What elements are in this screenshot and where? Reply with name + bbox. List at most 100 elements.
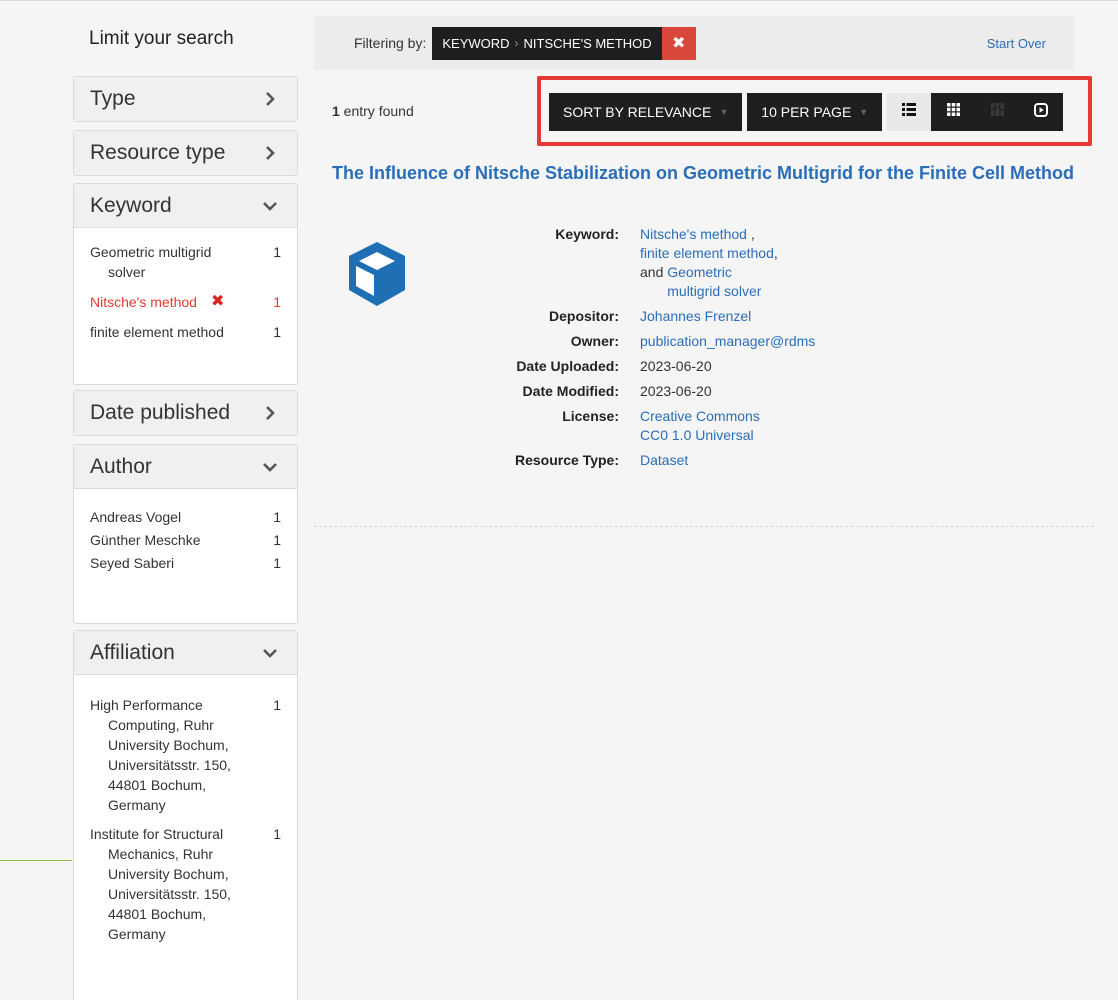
- list-item[interactable]: Seyed Saberi 1: [90, 553, 281, 573]
- resource-type-link[interactable]: Dataset: [640, 452, 688, 468]
- license-link[interactable]: Creative Commons: [640, 408, 760, 424]
- sidebar-title: Limit your search: [89, 28, 234, 49]
- depositor-link[interactable]: Johannes Frenzel: [640, 308, 751, 324]
- list-item[interactable]: Günther Meschke 1: [90, 530, 281, 550]
- facet-affiliation-list: High Performance Computing, Ruhr Univers…: [74, 675, 297, 966]
- facet-label: Type: [90, 87, 136, 110]
- filter-field: Keyword: [442, 35, 510, 51]
- facet-label: Date published: [90, 401, 231, 424]
- list-item[interactable]: Geometric multigrid solver 1: [90, 242, 281, 282]
- result-count-number: 1: [332, 103, 340, 119]
- facet-keyword-list: Geometric multigrid solver 1 Nitsche's m…: [74, 228, 297, 364]
- facet-label: Author: [90, 454, 152, 478]
- caret-down-icon: ▼: [859, 107, 869, 117]
- facet-keyword: Keyword Geometric multigrid solver 1 Nit…: [73, 183, 298, 385]
- license-link[interactable]: CC0 1.0 Universal: [640, 427, 754, 443]
- owner-link[interactable]: publication_manager@rdms: [640, 333, 815, 349]
- metadata-row-uploaded: Date Uploaded: 2023-06-20: [470, 357, 900, 376]
- facet-item-count: 1: [273, 555, 281, 571]
- facet-item-label: Günther Meschke: [90, 532, 201, 548]
- metadata-label: Resource Type:: [515, 452, 619, 468]
- facet-label: Resource type: [90, 141, 226, 164]
- list-view-button[interactable]: [887, 93, 932, 131]
- metadata-label: Date Uploaded:: [516, 358, 619, 374]
- result-count-text: entry found: [339, 103, 414, 119]
- facet-item-count: 1: [273, 532, 281, 548]
- filter-bar: Filtering by: Keyword › Nitsche's method…: [314, 16, 1074, 70]
- facet-author-toggle[interactable]: Author: [74, 445, 297, 489]
- facet-item-label: Geometric multigrid solver: [90, 244, 212, 280]
- list-item[interactable]: finite element method 1: [90, 322, 281, 342]
- facet-item-count: 1: [273, 509, 281, 525]
- gallery-view-button[interactable]: [931, 93, 976, 131]
- chevron-right-icon: [263, 146, 277, 160]
- facet-author: Author Andreas Vogel 1 Günther Meschke 1…: [73, 444, 298, 624]
- facet-label: Affiliation: [90, 640, 175, 664]
- filter-value: Nitsche's method: [523, 35, 652, 51]
- facet-item-count: 1: [273, 324, 281, 340]
- metadata-row-depositor: Depositor: Johannes Frenzel: [470, 307, 900, 326]
- metadata-label: Depositor:: [549, 308, 619, 324]
- chevron-right-icon: ›: [514, 36, 519, 50]
- list-item-selected: Nitsche's method ✖ 1: [90, 292, 281, 312]
- facet-item-count: 1: [273, 697, 281, 713]
- keyword-link[interactable]: finite element method: [640, 245, 774, 261]
- keyword-joiner: and: [640, 264, 664, 280]
- metadata-label: Date Modified:: [522, 383, 619, 399]
- facet-item-label: High Performance Computing, Ruhr Univers…: [90, 697, 231, 813]
- facet-affiliation-toggle[interactable]: Affiliation: [74, 631, 297, 675]
- keyword-link[interactable]: Geometric multigrid solver: [667, 263, 777, 301]
- list-view-icon: [902, 103, 917, 121]
- chevron-right-icon: [263, 92, 277, 106]
- result-divider: [314, 526, 1094, 527]
- sort-dropdown[interactable]: Sort by relevance ▼: [549, 93, 743, 131]
- chevron-down-icon: [263, 460, 277, 474]
- record-metadata: Keyword: Nitsche's method , finite eleme…: [470, 225, 900, 476]
- start-over-link[interactable]: Start Over: [987, 36, 1046, 51]
- list-item[interactable]: High Performance Computing, Ruhr Univers…: [90, 695, 281, 815]
- applied-filter-chip: Keyword › Nitsche's method: [432, 26, 662, 60]
- facet-resource-type: Resource type: [73, 130, 298, 176]
- remove-filter-button[interactable]: ✖: [661, 26, 696, 60]
- list-item[interactable]: Institute for Structural Mechanics, Ruhr…: [90, 824, 281, 944]
- metadata-label: License:: [562, 408, 619, 424]
- keyword-link[interactable]: Nitsche's method: [640, 226, 747, 242]
- facet-date-published-toggle[interactable]: Date published: [74, 391, 297, 435]
- chevron-right-icon: [263, 406, 277, 420]
- slideshow-view-button[interactable]: [1019, 93, 1064, 131]
- caret-down-icon: ▼: [719, 107, 729, 117]
- facet-item-count: 1: [273, 294, 281, 310]
- facet-label: Keyword: [90, 193, 172, 217]
- facet-author-list: Andreas Vogel 1 Günther Meschke 1 Seyed …: [74, 489, 297, 588]
- result-count: 1 entry found: [332, 103, 414, 119]
- metadata-label: Owner:: [570, 333, 619, 349]
- view-type-group: [887, 93, 1064, 131]
- facet-resource-type-toggle[interactable]: Resource type: [74, 131, 297, 175]
- metadata-value: 2023-06-20: [640, 383, 712, 399]
- metadata-value: 2023-06-20: [640, 358, 712, 374]
- facet-item-count: 1: [273, 244, 281, 260]
- page-top-border: [0, 0, 1118, 1]
- metadata-row-resource-type: Resource Type: Dataset: [470, 451, 900, 470]
- facet-item-label: Institute for Structural Mechanics, Ruhr…: [90, 826, 231, 942]
- filter-label: Filtering by:: [354, 35, 427, 51]
- facet-keyword-toggle[interactable]: Keyword: [74, 184, 297, 228]
- facet-item-count: 1: [273, 826, 281, 842]
- masonry-view-icon: [990, 103, 1004, 121]
- list-item[interactable]: Andreas Vogel 1: [90, 507, 281, 527]
- metadata-label: Keyword:: [555, 226, 619, 242]
- result-title-link[interactable]: The Influence of Nitsche Stabilization o…: [332, 163, 1092, 183]
- remove-filter-icon[interactable]: ✖: [211, 292, 224, 312]
- chevron-down-icon: [263, 646, 277, 660]
- metadata-row-modified: Date Modified: 2023-06-20: [470, 382, 900, 401]
- facet-item-label: Nitsche's method: [90, 294, 197, 310]
- sort-label: Sort by relevance: [563, 104, 712, 120]
- facet-type: Type: [73, 76, 298, 122]
- masonry-view-button[interactable]: [975, 93, 1020, 131]
- metadata-value: Creative Commons CC0 1.0 Universal: [640, 407, 900, 445]
- facet-type-toggle[interactable]: Type: [74, 77, 297, 121]
- metadata-row-owner: Owner: publication_manager@rdms: [470, 332, 900, 351]
- facet-item-label: finite element method: [90, 324, 224, 340]
- facet-item-label: Andreas Vogel: [90, 509, 182, 525]
- per-page-dropdown[interactable]: 10 per page ▼: [747, 93, 883, 131]
